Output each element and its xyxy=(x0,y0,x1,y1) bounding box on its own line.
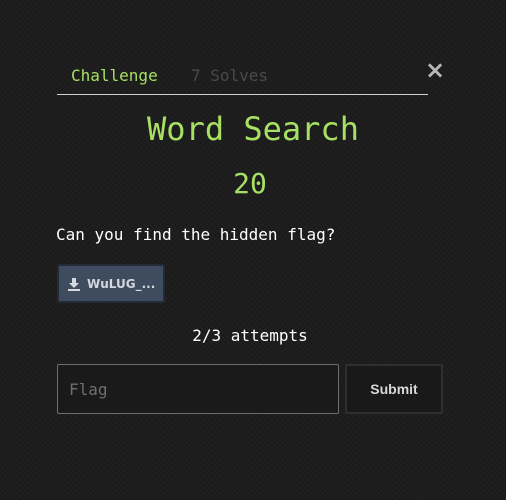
tab-solves[interactable]: 7 Solves xyxy=(191,66,268,86)
tab-challenge[interactable]: Challenge xyxy=(71,66,158,86)
close-icon[interactable]: × xyxy=(425,58,445,82)
submit-button[interactable]: Submit xyxy=(345,364,443,414)
file-name-label: WuLUG_... xyxy=(87,276,156,291)
file-download-button[interactable]: WuLUG_... xyxy=(57,264,165,303)
modal-tabs: Challenge 7 Solves xyxy=(57,56,428,95)
challenge-modal: Challenge 7 Solves × Word Search 20 Can … xyxy=(0,0,506,500)
challenge-title: Word Search xyxy=(147,110,359,148)
download-icon xyxy=(68,277,80,291)
challenge-points: 20 xyxy=(233,167,267,200)
attempts-counter: 2/3 attempts xyxy=(192,326,308,345)
flag-input[interactable] xyxy=(57,364,339,414)
challenge-description: Can you find the hidden flag? xyxy=(56,225,336,244)
